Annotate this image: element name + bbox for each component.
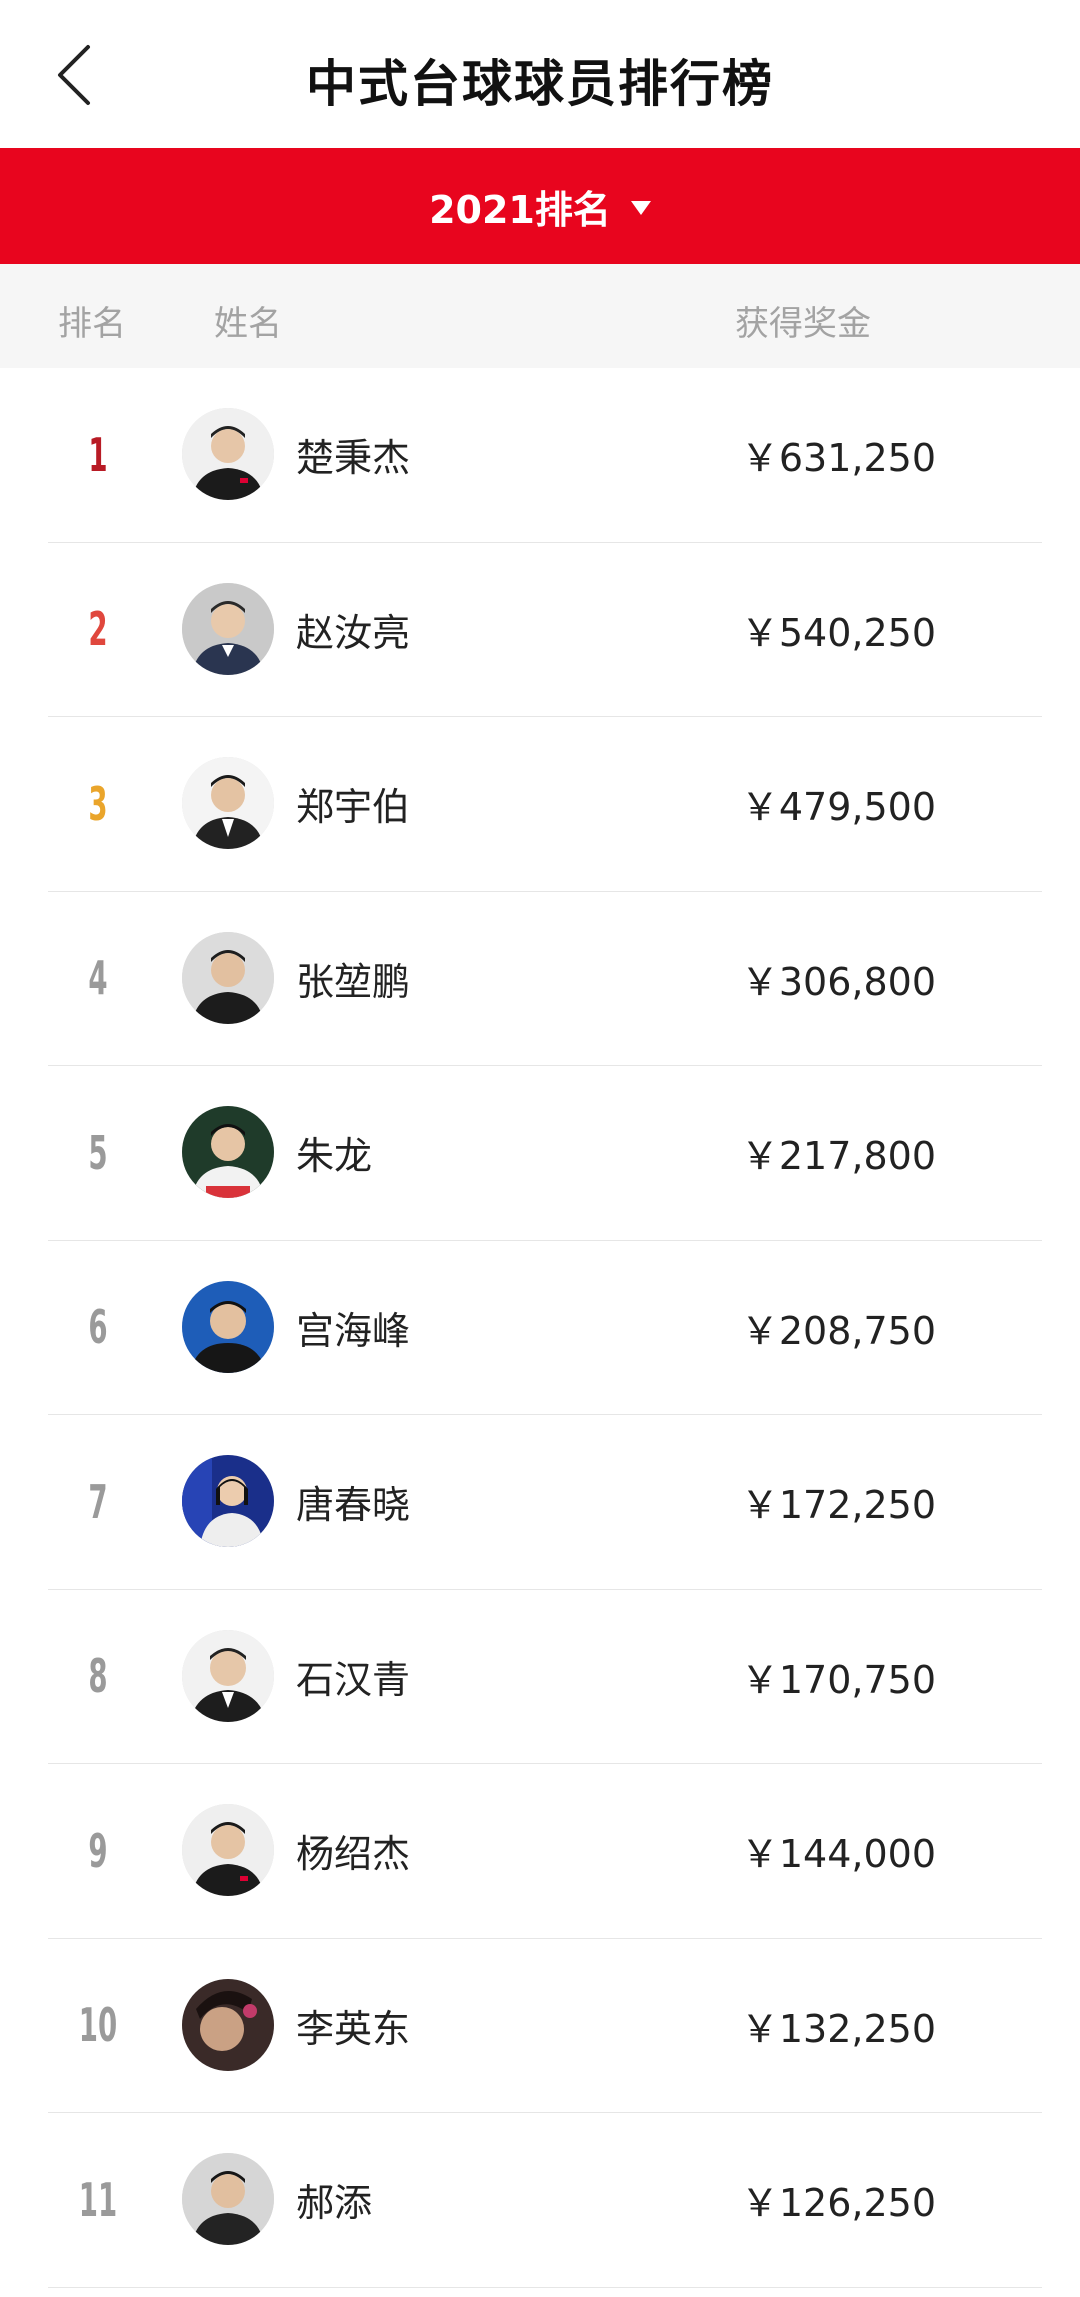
prize-amount: ￥172,250 [740,1483,936,1528]
prize-amount: ￥540,250 [740,610,936,655]
rank-number: 2 [88,602,108,657]
player-row[interactable]: 6 宫海峰 ￥208,750 [48,1241,1042,1415]
player-name: 宫海峰 [296,1308,411,1353]
rank-number: 5 [88,1125,108,1180]
rank-number: 9 [88,1823,108,1878]
prize-amount: ￥144,000 [740,1832,936,1877]
player-row[interactable]: 5 朱龙 ￥217,800 [48,1066,1042,1241]
player-name: 唐春晓 [296,1483,411,1528]
rank-number: 8 [88,1649,108,1704]
player-row[interactable]: 2 赵汝亮 ￥540,250 [48,543,1042,717]
avatar [182,1629,274,1722]
prize-amount: ￥170,750 [740,1657,936,1702]
column-header-prize: 获得奖金 [735,304,871,344]
prize-amount: ￥208,750 [740,1308,936,1353]
player-row[interactable]: 9 杨绍杰 ￥144,000 [48,1764,1042,1939]
player-name: 赵汝亮 [296,610,411,655]
player-row[interactable]: 7 唐春晓 ￥172,250 [48,1415,1042,1590]
column-header: 排名 姓名 获得奖金 [0,264,1080,368]
prize-amount: ￥306,800 [740,959,936,1004]
page-title: 中式台球球员排行榜 [306,55,774,113]
player-name: 石汉青 [296,1657,411,1702]
avatar [182,1455,274,1547]
player-name: 郑宇伯 [296,785,411,830]
player-name: 杨绍杰 [296,1832,411,1877]
avatar [182,408,274,500]
player-row[interactable]: 10 李英东 ￥132,250 [48,1939,1042,2113]
player-row[interactable]: 4 张堃鹏 ￥306,800 [48,892,1042,1066]
caret-down-icon [630,201,651,215]
prize-amount: ￥479,500 [740,785,936,830]
player-name: 郝添 [296,2181,373,2226]
column-header-rank: 排名 [58,304,126,344]
column-header-name: 姓名 [214,304,282,344]
player-name: 张堃鹏 [296,959,411,1004]
player-row[interactable]: 8 石汉青 ￥170,750 [48,1590,1042,1764]
player-row[interactable]: 1 楚秉杰 ￥631,250 [48,368,1042,543]
avatar [182,1804,274,1896]
prize-amount: ￥132,250 [740,2006,936,2051]
rank-number: 4 [88,951,108,1006]
player-row[interactable]: 3 郑宇伯 ￥479,500 [48,717,1042,892]
prize-amount: ￥631,250 [740,436,936,481]
avatar [182,757,274,849]
year-filter-label: 2021排名 [429,187,611,232]
rank-number: 11 [78,2172,118,2227]
rank-number: 7 [88,1474,108,1529]
avatar [182,582,274,675]
avatar [182,1280,274,1373]
rank-number: 6 [88,1300,108,1355]
player-name: 朱龙 [296,1134,373,1179]
player-name: 楚秉杰 [296,436,411,481]
player-name: 李英东 [296,2006,411,2051]
rank-number: 10 [78,1998,118,2053]
top-bar: 中式台球球员排行榜 [0,0,1080,148]
player-row[interactable]: 11 郝添 ￥126,250 [48,2113,1042,2288]
avatar [182,931,274,1024]
avatar [182,1106,274,1198]
avatar [182,1978,274,2071]
prize-amount: ￥126,250 [740,2181,936,2226]
prize-amount: ￥217,800 [740,1134,936,1179]
ranking-list: 1 楚秉杰 ￥631,250 2 赵汝亮 ￥540,250 3 郑宇伯 ￥479… [0,368,1080,2288]
avatar [182,2153,274,2245]
year-filter-dropdown[interactable]: 2021排名 [0,148,1080,264]
rank-number: 1 [88,427,108,482]
rank-number: 3 [88,776,108,831]
